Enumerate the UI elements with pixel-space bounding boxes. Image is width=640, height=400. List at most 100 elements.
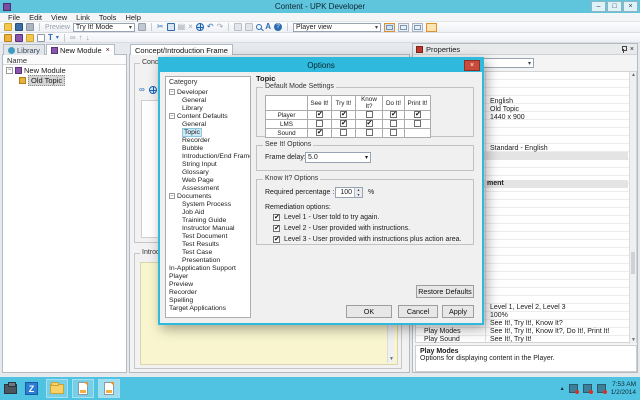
pin-icon[interactable]	[619, 45, 627, 53]
scroll-up-icon[interactable]: ▲	[630, 72, 637, 79]
properties-scrollbar[interactable]: ▲ ▼	[629, 72, 636, 344]
spellcheck-icon[interactable]: A	[265, 23, 271, 31]
category-item-selected[interactable]: Topic	[169, 127, 250, 137]
category-item[interactable]: Recorder	[169, 136, 250, 144]
dialog-titlebar[interactable]: Options ×	[160, 59, 482, 72]
concept-globe-icon[interactable]	[148, 86, 157, 94]
menu-edit[interactable]: Edit	[29, 13, 42, 22]
tray-status-icon-2[interactable]	[582, 384, 593, 394]
category-item[interactable]: Test Results	[169, 240, 250, 248]
checkbox-lms-know-it[interactable]	[365, 119, 373, 128]
checkbox-level-2[interactable]	[273, 224, 280, 232]
remediation-level-2[interactable]: Level 2 - User provided with instruction…	[273, 224, 410, 232]
checkbox-player-see-it[interactable]	[316, 110, 323, 119]
view-horizontal-split-icon[interactable]	[398, 22, 410, 32]
checkbox-player-do-it[interactable]	[390, 110, 397, 119]
category-tree[interactable]: Category − Developer General Library − Con…	[165, 76, 251, 318]
apply-button[interactable]: Apply	[442, 305, 474, 318]
required-percentage-stepper[interactable]: 100 ▴ ▾	[335, 187, 363, 198]
maximize-button[interactable]: □	[607, 1, 622, 12]
property-value[interactable]: Level 1, Level 2, Level 3	[490, 304, 566, 311]
tree-item-new-module[interactable]: − New Module	[3, 65, 126, 75]
scroll-down-icon[interactable]: ▼	[630, 337, 637, 344]
category-item[interactable]: Preview	[169, 280, 250, 288]
checkbox-sound-know-it[interactable]	[365, 129, 373, 137]
category-item[interactable]: − Developer	[169, 88, 250, 96]
menu-file[interactable]: File	[8, 13, 20, 22]
collapse-icon[interactable]: −	[169, 89, 175, 95]
cancel-button[interactable]: Cancel	[398, 305, 438, 318]
tab-close-icon[interactable]: ×	[106, 47, 110, 54]
property-value[interactable]: 1440 x 900	[490, 114, 525, 121]
menu-help[interactable]: Help	[125, 13, 140, 22]
tab-library[interactable]: Library	[3, 44, 45, 55]
taskbar-explorer[interactable]	[46, 379, 68, 398]
save-icon[interactable]	[15, 23, 23, 31]
tab-concept-introduction[interactable]: Concept/Introduction Frame	[130, 44, 233, 55]
category-item[interactable]: In-Application Support	[169, 264, 250, 272]
stepper-arrows[interactable]: ▴ ▾	[354, 187, 362, 197]
tray-status-icon-3[interactable]	[596, 384, 607, 394]
view-outline-icon[interactable]	[384, 22, 396, 32]
expand-all-icon[interactable]	[234, 23, 243, 31]
minimize-button[interactable]: –	[591, 1, 606, 12]
property-name[interactable]: Play Modes	[424, 328, 461, 335]
remediation-level-1[interactable]: Level 1 - User told to try again.	[273, 213, 379, 221]
category-item[interactable]: Test Document	[169, 232, 250, 240]
redo-icon[interactable]: ↷	[217, 23, 224, 31]
category-item[interactable]: Assessment	[169, 184, 250, 192]
checkbox-player-print-it[interactable]	[414, 110, 421, 119]
restore-defaults-button[interactable]: Restore Defaults	[416, 285, 474, 298]
property-value[interactable]: English	[490, 98, 513, 105]
collapse-icon[interactable]: −	[6, 66, 13, 74]
checkbox-lms-try-it[interactable]	[340, 119, 347, 128]
collapse-all-icon[interactable]	[245, 23, 254, 31]
category-item[interactable]: Glossary	[169, 168, 250, 176]
tree-item-old-topic[interactable]: Old Topic	[3, 74, 126, 86]
player-view-select[interactable]: Player view ▾	[293, 22, 382, 32]
open-folder-icon[interactable]	[4, 23, 12, 31]
document-properties-icon[interactable]	[37, 33, 45, 42]
print-icon[interactable]	[26, 23, 34, 31]
checkbox-sound-do-it[interactable]	[390, 129, 397, 137]
tray-expand-icon[interactable]: ▴	[561, 385, 564, 392]
property-value[interactable]: 100%	[490, 312, 508, 319]
taskbar-document-2[interactable]	[98, 379, 120, 398]
open-parent-icon[interactable]	[26, 33, 34, 42]
move-down-icon[interactable]: ↓	[86, 33, 90, 42]
checkbox-player-try-it[interactable]	[340, 110, 347, 119]
start-button[interactable]	[4, 379, 17, 398]
property-value[interactable]: Standard - English	[490, 145, 548, 152]
paste-icon[interactable]: ▤	[178, 23, 186, 31]
property-value[interactable]: See It!, Try It!, Know It?	[490, 320, 563, 327]
filter-icon[interactable]: T	[48, 33, 53, 42]
cut-icon[interactable]: ✂	[157, 23, 164, 31]
tab-new-module[interactable]: New Module ×	[45, 44, 115, 55]
checkbox-lms-do-it[interactable]	[390, 120, 397, 128]
category-item[interactable]: String Input	[169, 160, 250, 168]
category-item[interactable]: Recorder	[169, 288, 250, 296]
close-button[interactable]: ×	[623, 1, 638, 12]
category-item[interactable]: Bubble	[169, 144, 250, 152]
category-item[interactable]: Spelling	[169, 296, 250, 304]
tray-status-icon-1[interactable]	[568, 384, 579, 394]
grid-column-divider[interactable]	[485, 72, 486, 342]
category-item[interactable]: Player	[169, 272, 250, 280]
property-value[interactable]: Old Topic	[490, 106, 519, 113]
category-item[interactable]: Target Applications	[169, 304, 250, 312]
chevron-down-icon[interactable]: ▾	[56, 34, 59, 42]
taskbar-document-1[interactable]	[72, 379, 94, 398]
menu-view[interactable]: View	[51, 13, 67, 22]
ok-button[interactable]: OK	[346, 305, 392, 318]
category-item[interactable]: Training Guide	[169, 216, 250, 224]
property-value[interactable]: See It!, Try It!	[490, 336, 532, 343]
category-item[interactable]: Web Page	[169, 176, 250, 184]
category-item[interactable]: Test Case	[169, 248, 250, 256]
checkbox-level-1[interactable]	[273, 213, 280, 221]
checkbox-lms-see-it[interactable]	[316, 120, 323, 128]
name-column-header[interactable]: Name	[3, 55, 126, 65]
globe-icon[interactable]	[195, 23, 204, 31]
remediation-level-3[interactable]: Level 3 - User provided with instruction…	[273, 235, 461, 243]
undo-icon[interactable]: ↶	[207, 23, 214, 31]
category-item[interactable]: Job Aid	[169, 208, 250, 216]
